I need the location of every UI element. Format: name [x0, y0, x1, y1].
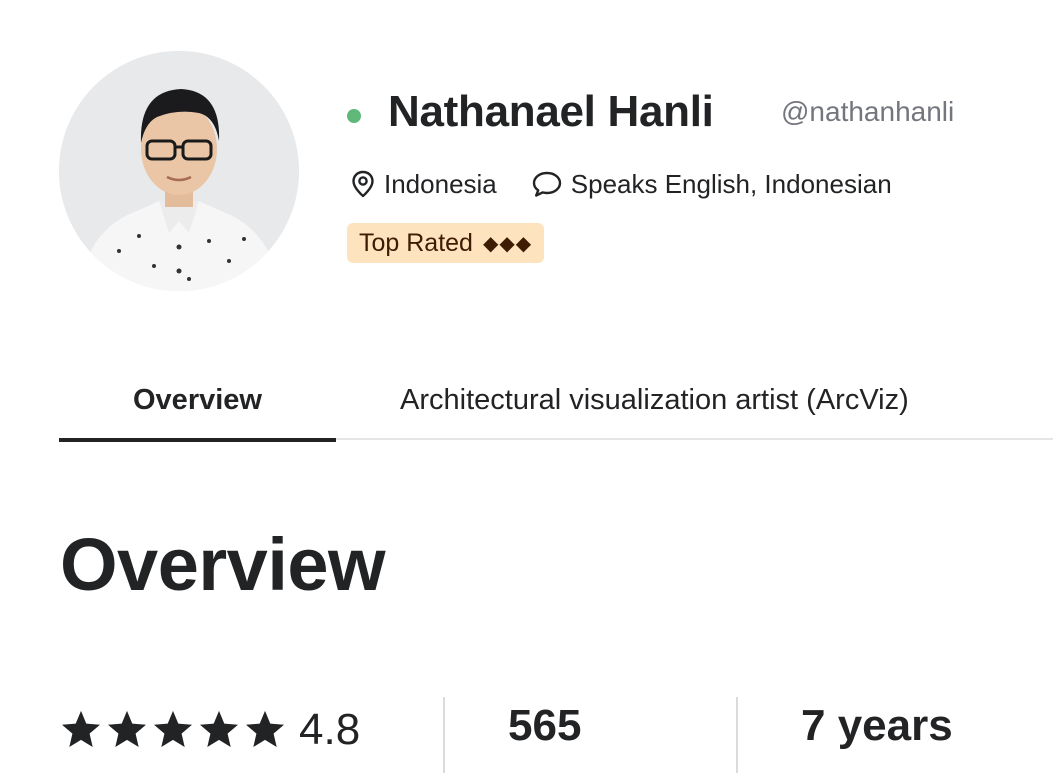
top-rated-badge[interactable]: Top Rated ◆◆◆ [347, 223, 545, 263]
languages: Speaks English, Indonesian [531, 169, 892, 200]
profile-photo [59, 51, 299, 291]
languages-text: Speaks English, Indonesian [570, 168, 892, 199]
speech-bubble-icon [532, 171, 561, 197]
avatar[interactable] [59, 51, 299, 291]
tab-architectural-visualization[interactable]: Architectural visualization artist (ArcV… [400, 360, 1020, 440]
online-status-dot [347, 109, 361, 123]
profile-tabs: Overview Architectural visualization art… [59, 360, 1053, 442]
star-icon [154, 710, 192, 747]
tab-overview[interactable]: Overview [59, 360, 336, 442]
section-title: Overview [60, 523, 386, 606]
star-rating [59, 709, 287, 751]
star-icon [62, 710, 100, 747]
stats-row: 4.8 565 7 years [59, 695, 1053, 773]
diamond-icons: ◆◆◆ [482, 232, 533, 255]
stats-divider [736, 697, 738, 773]
rating-stat[interactable]: 4.8 [59, 703, 360, 757]
experience-years: 7 years [801, 701, 953, 750]
stats-divider [443, 697, 445, 773]
location: Indonesia [350, 169, 497, 200]
star-icon [200, 710, 238, 747]
seller-username: @nathanhanli [781, 96, 955, 127]
location-text: Indonesia [384, 168, 497, 199]
map-pin-icon [352, 170, 374, 198]
seller-profile-page: Nathanael Hanli @nathanhanli Indonesia S… [0, 0, 1053, 773]
seller-name[interactable]: Nathanael Hanli [388, 86, 714, 138]
badge-label: Top Rated [359, 228, 473, 257]
reviews-count: 565 [508, 701, 582, 750]
rating-value: 4.8 [299, 705, 361, 754]
star-icon [108, 710, 146, 747]
star-icon [246, 710, 284, 747]
seller-meta: Indonesia Speaks English, Indonesian [350, 166, 892, 202]
